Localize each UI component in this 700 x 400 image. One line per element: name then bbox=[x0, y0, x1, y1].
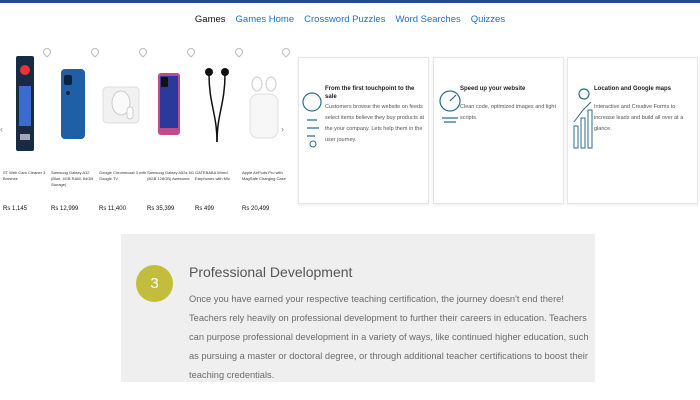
product-name: Apple AirPods Pro with MagSafe Charging … bbox=[242, 170, 286, 181]
games-nav: Games Games Home Crossword Puzzles Word … bbox=[0, 14, 700, 32]
nav-word-searches[interactable]: Word Searches bbox=[395, 14, 460, 32]
product-name: Samsung Galaxy A52s 5G (8GB 128GB) Aweso… bbox=[147, 170, 194, 181]
product-card[interactable]: ST Web Cam Cleaner 3 Brushes Rs 1,145 bbox=[3, 44, 53, 214]
product-price: Rs 11,400 bbox=[99, 206, 126, 212]
feature-card: Location and Google maps Interactive and… bbox=[567, 57, 698, 204]
product-price: Rs 20,499 bbox=[242, 206, 270, 212]
airpods-icon bbox=[242, 56, 286, 151]
product-card[interactable]: Google Chromecast 3 with Google TV Rs 11… bbox=[99, 44, 149, 214]
product-card[interactable]: GATEBABA Wired Earphones with Mic Rs 499 bbox=[195, 44, 245, 214]
nav-crossword-puzzles[interactable]: Crossword Puzzles bbox=[304, 14, 385, 32]
card-title: Speed up your website bbox=[460, 86, 526, 92]
phone-pink-icon bbox=[147, 56, 191, 151]
product-name: Google Chromecast 3 with Google TV bbox=[99, 170, 147, 181]
card-description: Interactive and Creative Forms to increa… bbox=[594, 104, 684, 132]
product-card[interactable]: Samsung Galaxy A12 (Blue, 4GB RAM, 64GB … bbox=[51, 44, 101, 214]
nav-quizzes[interactable]: Quizzes bbox=[471, 14, 505, 32]
feature-card: Speed up your website Clean code, optimi… bbox=[433, 57, 564, 204]
card-title: Location and Google maps bbox=[594, 86, 672, 92]
section-text: Once you have earned your respective tea… bbox=[189, 294, 589, 380]
section-heading: Professional Development bbox=[189, 264, 353, 280]
carousel-next-icon[interactable]: › bbox=[281, 124, 284, 134]
phone-blue-icon bbox=[51, 56, 95, 151]
product-carousel: ‹ ST Web Cam Cleaner 3 Brushes Rs 1,145 … bbox=[0, 44, 295, 224]
step-number-badge: 3 bbox=[136, 265, 173, 302]
product-name: ST Web Cam Cleaner 3 Brushes bbox=[3, 170, 46, 181]
chromecast-icon bbox=[99, 56, 143, 151]
card-description: Clean code, optimized images and light s… bbox=[460, 104, 557, 121]
feature-card: From the first touchpoint to the sale Cu… bbox=[298, 57, 429, 204]
card-description: Customers browse the website on feeds se… bbox=[325, 104, 425, 143]
product-price: Rs 12,999 bbox=[51, 206, 79, 212]
professional-development-section: 3 Professional Development Once you have… bbox=[121, 234, 595, 382]
product-price: Rs 1,145 bbox=[3, 206, 28, 212]
product-card[interactable]: Samsung Galaxy A52s 5G (8GB 128GB) Aweso… bbox=[147, 44, 197, 214]
nav-games[interactable]: Games bbox=[195, 14, 226, 32]
earphones-icon bbox=[195, 56, 239, 151]
top-bar bbox=[0, 0, 700, 3]
product-price: Rs 35,399 bbox=[147, 206, 175, 212]
product-name: GATEBABA Wired Earphones with Mic bbox=[195, 170, 230, 181]
product-card[interactable]: Apple AirPods Pro with MagSafe Charging … bbox=[242, 44, 292, 214]
nav-games-home[interactable]: Games Home bbox=[236, 14, 295, 32]
product-name: Samsung Galaxy A12 (Blue, 4GB RAM, 64GB … bbox=[51, 170, 94, 187]
touchpoint-icon bbox=[301, 86, 323, 153]
cleaner-box-icon bbox=[3, 56, 47, 151]
product-price: Rs 499 bbox=[195, 206, 215, 212]
location-chart-icon bbox=[571, 86, 595, 155]
card-title: From the first touchpoint to the sale bbox=[325, 86, 415, 100]
